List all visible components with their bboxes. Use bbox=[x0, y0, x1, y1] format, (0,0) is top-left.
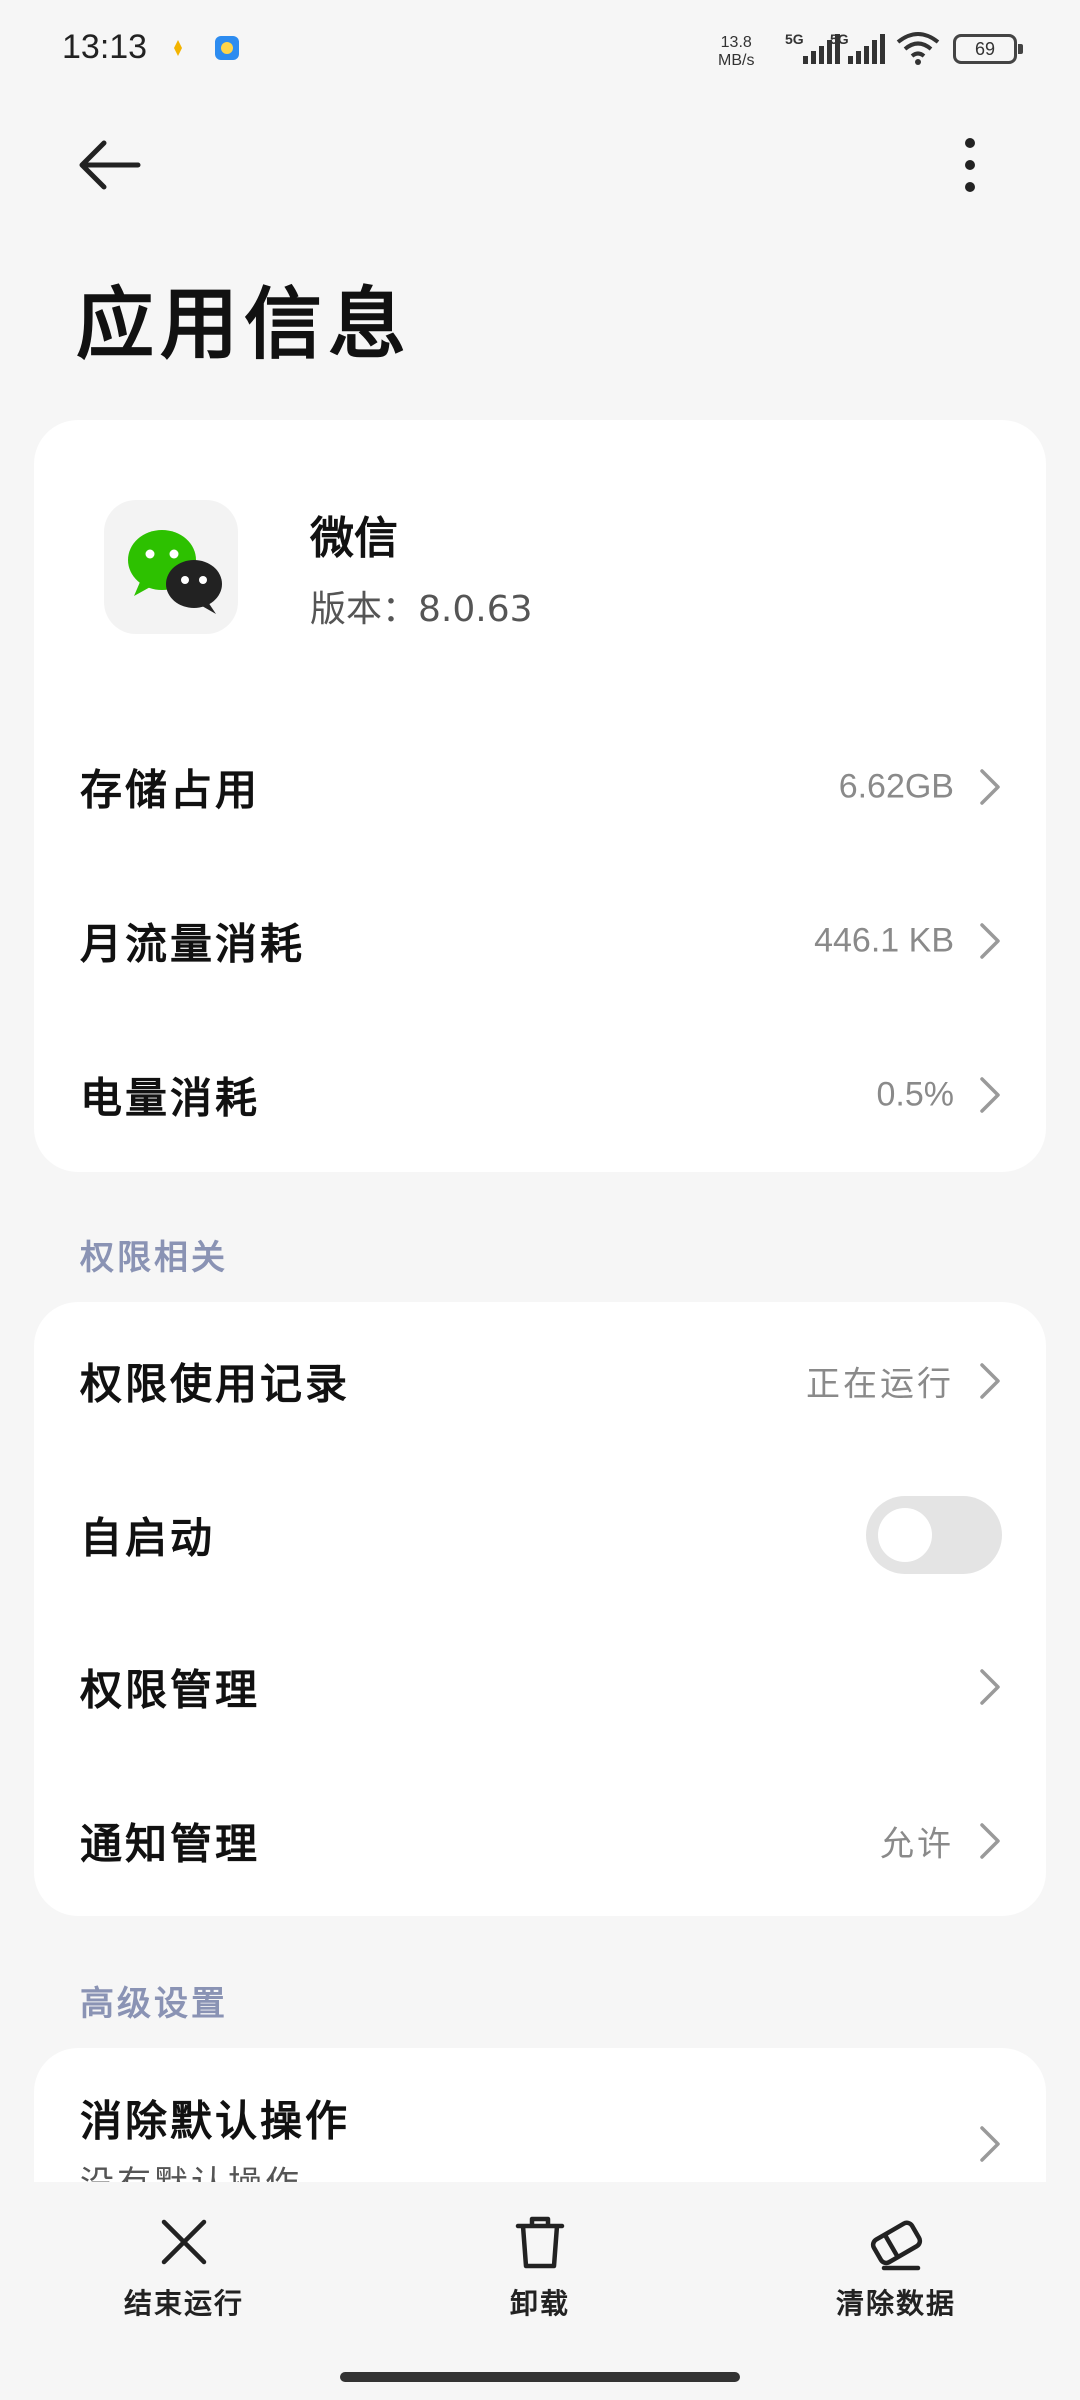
wechat-logo-icon bbox=[128, 530, 222, 614]
battery-usage-label: 电量消耗 bbox=[80, 1073, 261, 1123]
close-icon bbox=[161, 2219, 207, 2265]
battery-usage-value: 0.5% bbox=[876, 1075, 955, 1114]
monthly-data-row[interactable]: 月流量消耗 446.1 KB bbox=[34, 866, 1046, 1016]
battery-indicator: 69 bbox=[953, 34, 1023, 64]
storage-usage-label: 存储占用 bbox=[80, 765, 261, 815]
chevron-right-icon bbox=[980, 1363, 1000, 1399]
eraser-icon bbox=[870, 2220, 923, 2271]
chevron-right-icon bbox=[980, 1077, 1000, 1113]
app-name: 微信 bbox=[310, 513, 398, 564]
battery-usage-row[interactable]: 电量消耗 0.5% bbox=[34, 1020, 1046, 1170]
monthly-data-value: 446.1 KB bbox=[814, 921, 954, 960]
wechat-app-icon bbox=[104, 500, 238, 634]
autostart-row: 自启动 bbox=[34, 1460, 1046, 1610]
uninstall-label: 卸载 bbox=[509, 2287, 570, 2320]
uninstall-button[interactable]: 卸载 bbox=[440, 2212, 640, 2322]
notification-management-label: 通知管理 bbox=[80, 1819, 261, 1869]
notification-management-row[interactable]: 通知管理 允许 bbox=[34, 1766, 1046, 1916]
bottom-action-bar: 结束运行 卸载 清除数据 bbox=[0, 2182, 1080, 2400]
permission-management-row[interactable]: 权限管理 bbox=[34, 1612, 1046, 1762]
more-options-icon[interactable] bbox=[950, 135, 990, 195]
permission-usage-record-value: 正在运行 bbox=[806, 1364, 954, 1405]
signal-label: 5G bbox=[785, 31, 804, 47]
app-version: 版本：8.0.63 bbox=[310, 589, 533, 630]
toggle-knob bbox=[878, 1508, 932, 1562]
permissions-card: 权限使用记录 正在运行 自启动 权限管理 通知管理 允许 bbox=[34, 1302, 1046, 1916]
advanced-section-title: 高级设置 bbox=[80, 1984, 228, 2024]
wifi-icon bbox=[896, 32, 940, 65]
storage-usage-row[interactable]: 存储占用 6.62GB bbox=[34, 712, 1046, 862]
network-speed: 13.8 MB/s bbox=[718, 34, 755, 69]
force-stop-label: 结束运行 bbox=[123, 2287, 244, 2320]
monthly-data-label: 月流量消耗 bbox=[80, 919, 306, 969]
page-title: 应用信息 bbox=[76, 279, 413, 370]
home-indicator[interactable] bbox=[340, 2372, 740, 2382]
notification-management-value: 允许 bbox=[880, 1824, 954, 1865]
clear-data-button[interactable]: 清除数据 bbox=[796, 2212, 996, 2322]
chevron-right-icon bbox=[980, 923, 1000, 959]
chevron-right-icon bbox=[980, 1669, 1000, 1705]
chevron-right-icon bbox=[980, 769, 1000, 805]
permissions-section-title: 权限相关 bbox=[80, 1238, 228, 1278]
back-arrow-icon[interactable] bbox=[70, 135, 150, 195]
clear-defaults-label: 消除默认操作 bbox=[80, 2096, 351, 2146]
signal-label-2: 5G bbox=[830, 31, 849, 47]
status-bar: 13:13 13.8 MB/s 5G 5G 69 bbox=[0, 0, 1080, 100]
permission-management-label: 权限管理 bbox=[80, 1665, 261, 1715]
notification-icon bbox=[174, 40, 182, 56]
force-stop-button[interactable]: 结束运行 bbox=[84, 2212, 284, 2322]
permission-usage-record-label: 权限使用记录 bbox=[80, 1359, 351, 1409]
trash-icon bbox=[515, 2216, 565, 2269]
storage-usage-value: 6.62GB bbox=[838, 767, 954, 806]
autostart-label: 自启动 bbox=[80, 1513, 216, 1563]
app-notification-icon bbox=[215, 36, 239, 60]
autostart-toggle[interactable] bbox=[866, 1496, 1002, 1574]
chevron-right-icon bbox=[980, 1823, 1000, 1859]
app-info-card: 微信 版本：8.0.63 存储占用 6.62GB 月流量消耗 446.1 KB … bbox=[34, 420, 1046, 1172]
signal-icon-2: 5G bbox=[830, 31, 885, 64]
permission-usage-record-row[interactable]: 权限使用记录 正在运行 bbox=[34, 1306, 1046, 1456]
status-time: 13:13 bbox=[62, 28, 148, 66]
clear-data-label: 清除数据 bbox=[835, 2287, 956, 2320]
chevron-right-icon bbox=[980, 2126, 1000, 2162]
